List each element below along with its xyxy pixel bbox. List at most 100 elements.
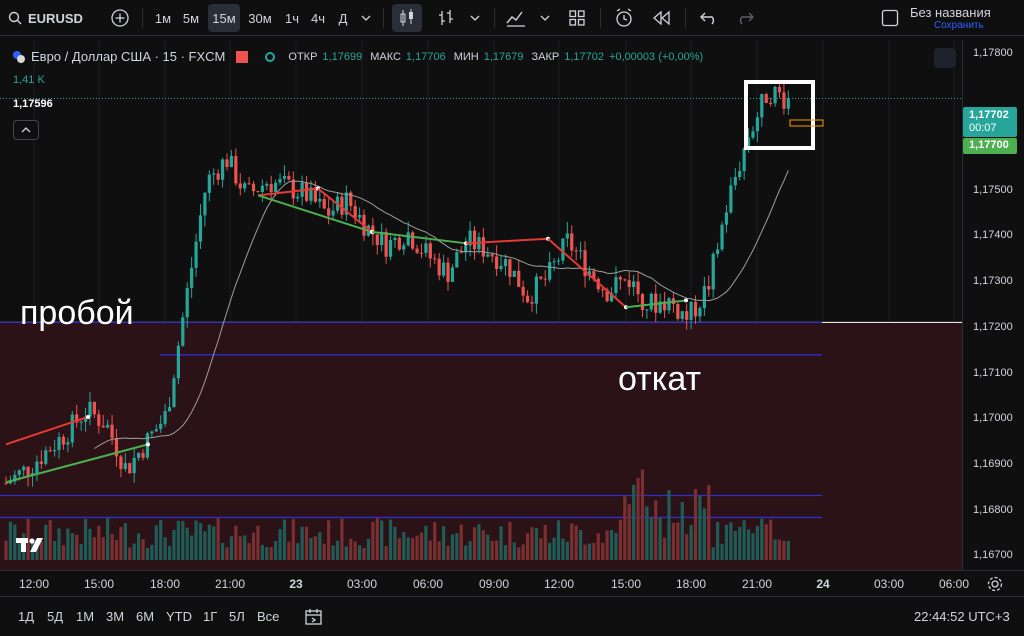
volume-bar <box>70 533 74 560</box>
candle-body <box>565 233 569 239</box>
go-to-date-button[interactable] <box>304 607 324 632</box>
volume-bar <box>667 490 671 560</box>
market-flag-icon <box>236 50 249 63</box>
candle-body <box>738 171 742 178</box>
chart-type-candles-button[interactable] <box>392 4 422 32</box>
volume-bar <box>609 529 614 560</box>
volume-bar <box>729 522 733 560</box>
price-tick-label: 1,16800 <box>973 503 1013 516</box>
range-button[interactable]: 1М <box>76 609 94 624</box>
interval-15m[interactable]: 15м <box>208 4 240 32</box>
volume-bar <box>366 538 371 560</box>
interval-30m[interactable]: 30м <box>245 0 275 36</box>
volume-bar <box>570 523 574 560</box>
price-axis[interactable]: 1,178001,176001,175001,174001,173001,172… <box>962 40 1024 570</box>
volume-bar <box>269 547 273 560</box>
volume-bar <box>123 523 127 560</box>
time-axis[interactable]: 12:00 15:00 18:00 21:00 23 03:00 06:00 09:00 12:… <box>0 570 1024 596</box>
volume-bar <box>154 525 158 560</box>
volume-bar <box>552 537 556 560</box>
range-button[interactable]: Все <box>257 609 279 624</box>
time-tick-label: 21:00 <box>214 577 246 591</box>
interval-1h[interactable]: 1ч <box>280 0 304 36</box>
volume-bar <box>627 504 631 560</box>
layout-name-button[interactable]: Без названия Сохранить <box>910 0 1020 36</box>
axis-settings-button[interactable] <box>986 575 1004 593</box>
grid-icon <box>569 10 585 26</box>
time-tick-label: 18:00 <box>149 577 181 591</box>
interval-1m[interactable]: 1м <box>151 0 175 36</box>
volume-bar <box>645 506 649 560</box>
clock[interactable]: 22:44:52 UTC+3 <box>914 609 1010 624</box>
candle-body <box>327 208 331 216</box>
volume-bar <box>574 525 578 560</box>
replay-button[interactable] <box>648 0 676 36</box>
volume-bar <box>424 525 428 560</box>
range-button[interactable]: 5Л <box>229 609 245 624</box>
indicators-button[interactable] <box>502 0 530 36</box>
candles-icon <box>400 9 413 26</box>
volume-bar <box>198 523 203 560</box>
volume-bar <box>313 536 317 560</box>
volume-bar <box>53 540 57 560</box>
candle-body <box>39 461 43 464</box>
candle-body <box>353 205 357 218</box>
volume-bar <box>4 540 8 560</box>
candle-body <box>521 286 525 296</box>
pane-settings-button[interactable] <box>934 48 956 68</box>
chart-pane[interactable]: Евро / Доллар США · 15 · FXCM ОТКР 1,176… <box>0 40 962 570</box>
undo-button[interactable] <box>696 0 722 36</box>
volume-bar <box>521 544 525 560</box>
volume-bar <box>530 527 534 560</box>
range-button[interactable]: 1Д <box>18 609 34 624</box>
volume-bar <box>331 545 335 560</box>
compare-button[interactable] <box>106 0 134 36</box>
time-tick-label: 15:00 <box>83 577 115 591</box>
volume-bar <box>110 533 114 560</box>
templates-button[interactable] <box>563 0 591 36</box>
plus-circle-icon <box>111 9 129 27</box>
alert-button[interactable] <box>610 0 638 36</box>
interval-5m[interactable]: 5м <box>179 0 203 36</box>
calendar-arrow-icon <box>305 609 322 625</box>
volume-bar <box>66 528 70 560</box>
layout-name: Без названия <box>910 4 991 20</box>
symbol-search-button[interactable]: EURUSD <box>8 0 90 36</box>
ohlc-low-label: МИН <box>453 50 479 63</box>
collapse-legend-button[interactable] <box>13 120 39 140</box>
volume-bar <box>525 533 530 560</box>
range-button[interactable]: 1Г <box>203 609 217 624</box>
volume-bar <box>755 525 759 560</box>
volume-bar <box>190 535 194 560</box>
interval-1d[interactable]: Д <box>332 0 354 36</box>
range-button[interactable]: YTD <box>166 609 192 624</box>
redo-button[interactable] <box>732 0 758 36</box>
candle-body <box>459 252 463 254</box>
volume-bar <box>265 547 269 560</box>
volume-bar <box>371 521 375 560</box>
candle-body <box>97 414 101 426</box>
volume-bar <box>287 541 291 560</box>
ohlc-close: 1,17702 <box>564 50 604 63</box>
interval-4h[interactable]: 4ч <box>306 0 330 36</box>
ohlc-high: 1,17706 <box>405 50 446 63</box>
volume-bar <box>486 534 490 560</box>
range-button[interactable]: 6М <box>136 609 154 624</box>
volume-bar <box>176 520 180 560</box>
range-button[interactable]: 5Д <box>47 609 63 624</box>
position-marker <box>789 119 824 127</box>
candle-body <box>247 183 251 185</box>
volume-bar <box>671 522 676 560</box>
candle-body <box>397 237 401 250</box>
chart-type-dropdown[interactable] <box>465 0 485 36</box>
indicators-dropdown[interactable] <box>535 0 555 36</box>
candle-body <box>318 198 322 202</box>
chevron-up-icon <box>21 127 31 133</box>
intervals-dropdown[interactable] <box>356 0 376 36</box>
volume-bar <box>472 527 477 560</box>
range-button[interactable]: 3М <box>106 609 124 624</box>
indicators-bars-button[interactable] <box>434 0 458 36</box>
volume-bar <box>101 537 105 560</box>
candle-body <box>48 450 52 452</box>
layout-checkbox[interactable] <box>878 0 902 36</box>
